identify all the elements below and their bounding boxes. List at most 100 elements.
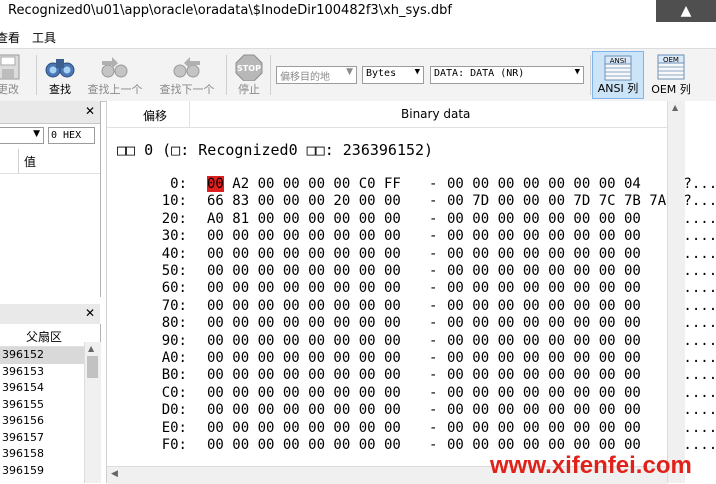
- hex-bytes-first-half[interactable]: 00 00 00 00 00 00 00 00: [207, 350, 401, 367]
- hex-bytes-first-half[interactable]: 00 00 00 00 00 00 00 00: [207, 315, 401, 332]
- sectors-panel: 父扇区 396152 396153 396154 396155 396156 3…: [0, 324, 101, 483]
- hex-bytes-second-half[interactable]: 00 00 00 00 00 00 00 00: [447, 280, 641, 297]
- goto-offset-combo[interactable]: 偏移目的地 ▼: [276, 66, 357, 84]
- hex-bytes-first-half[interactable]: 00 00 00 00 00 00 00 00: [207, 280, 401, 297]
- hex-bytes-first-half[interactable]: 00 00 00 00 00 00 00 00: [207, 228, 401, 245]
- find-prev-icon: [101, 57, 128, 78]
- data-stream-value: DATA: DATA (NR): [434, 68, 525, 79]
- pin-icon[interactable]: ▲: [656, 0, 716, 22]
- hex-bytes-first-half[interactable]: 00 00 00 00 00 00 00 00: [207, 367, 401, 384]
- list-item[interactable]: 396157: [0, 430, 84, 447]
- hex-bytes-first-half[interactable]: 00 00 00 00 00 00 00 00: [207, 437, 401, 454]
- list-item[interactable]: 396154: [0, 380, 84, 397]
- scroll-up-icon[interactable]: ▲: [88, 344, 94, 353]
- unit-select-value: Bytes: [366, 68, 397, 79]
- hex-bytes-second-half[interactable]: 00 00 00 00 00 00 00 00: [447, 420, 641, 437]
- hex-bytes-second-half[interactable]: 00 00 00 00 00 00 00 04: [447, 176, 641, 193]
- byte-group-separator: -: [429, 315, 438, 332]
- byte-group-separator: -: [429, 280, 438, 297]
- hex-bytes-second-half[interactable]: 00 00 00 00 00 00 00 00: [447, 228, 641, 245]
- scrollbar-thumb[interactable]: [87, 356, 98, 378]
- hex-bytes-second-half[interactable]: 00 00 00 00 00 00 00 00: [447, 350, 641, 367]
- vertical-scrollbar[interactable]: ▲: [667, 101, 685, 483]
- hex-bytes-first-half[interactable]: 66 83 00 00 00 20 00 00: [207, 193, 401, 210]
- hex-bytes-second-half[interactable]: 00 00 00 00 00 00 00 00: [447, 263, 641, 280]
- hex-bytes-second-half[interactable]: 00 7D 00 00 00 7D 7C 7B 7A: [447, 193, 666, 210]
- scroll-up-icon[interactable]: ▲: [672, 103, 678, 112]
- byte-group-separator: -: [429, 419, 438, 436]
- hex-bytes-second-half[interactable]: 00 00 00 00 00 00 00 00: [447, 315, 641, 332]
- find-previous-label: 查找上一个: [87, 83, 143, 96]
- change-button[interactable]: 更改: [0, 51, 30, 99]
- byte-group-separator: -: [429, 402, 438, 419]
- find-previous-button[interactable]: 查找上一个: [84, 51, 146, 99]
- row-offset: B0:: [161, 367, 187, 384]
- hex-bytes-first-half[interactable]: 00 00 00 00 00 00 00 00: [207, 333, 401, 350]
- list-item[interactable]: 396159: [0, 463, 84, 480]
- byte-group-separator: -: [429, 297, 438, 314]
- hex-bytes-second-half[interactable]: 00 00 00 00 00 00 00 00: [447, 333, 641, 350]
- hex-bytes-first-half[interactable]: 00 00 00 00 00 00 00 00: [207, 263, 401, 280]
- find-label: 查找: [49, 83, 71, 96]
- hex-bytes-second-half[interactable]: 00 00 00 00 00 00 00 00: [447, 246, 641, 263]
- sectors-column-header: 父扇区: [0, 324, 84, 347]
- parent-sector-header: 父扇区: [26, 330, 63, 344]
- scroll-left-icon[interactable]: ◀: [111, 469, 118, 479]
- hex-column-header: 偏移 Binary data: [107, 101, 667, 128]
- find-button[interactable]: 查找: [40, 51, 80, 99]
- offset-column-header: 偏移: [143, 109, 168, 123]
- list-item[interactable]: 396156: [0, 413, 84, 430]
- data-stream-select[interactable]: DATA: DATA (NR) ▼: [430, 66, 584, 84]
- row-offset: A0:: [161, 350, 187, 366]
- oem-icon-text: OEM: [663, 56, 679, 64]
- unit-select[interactable]: Bytes ▼: [362, 66, 424, 84]
- hex-bytes-second-half[interactable]: 00 00 00 00 00 00 00 00: [447, 367, 641, 384]
- stop-button[interactable]: STOP 停止: [230, 51, 268, 99]
- chevron-down-icon: ▼: [33, 129, 40, 139]
- menu-bar: 查看 工具: [0, 26, 716, 49]
- hex-bytes-first-half[interactable]: 00 00 00 00 00 00 00 00: [207, 246, 401, 263]
- close-icon[interactable]: ✕: [85, 104, 95, 118]
- binoculars-icon: [45, 59, 75, 78]
- row-offset: 0:: [170, 176, 187, 192]
- vertical-scrollbar[interactable]: ▲: [84, 342, 101, 483]
- format-select[interactable]: ▼: [0, 127, 44, 144]
- hex-bytes-first-half[interactable]: 00 00 00 00 00 00 00 00: [207, 402, 401, 419]
- hex-bytes-first-half[interactable]: 00 00 00 00 00 00 00 00: [207, 385, 401, 402]
- properties-panel: ✕ ▼ 0 HEX 值: [0, 101, 101, 297]
- toolbar-separator: [270, 55, 271, 95]
- byte-group-separator: -: [429, 350, 438, 366]
- row-offset: 60:: [161, 280, 187, 297]
- selected-byte[interactable]: 00: [207, 176, 224, 192]
- list-item[interactable]: 396152: [0, 347, 84, 364]
- toolbar-separator: [36, 55, 37, 95]
- list-item[interactable]: 396155: [0, 397, 84, 414]
- hex-bytes-first-half[interactable]: 00 00 00 00 00 00 00 00: [207, 420, 401, 437]
- byte-group-separator: -: [429, 437, 438, 453]
- close-icon[interactable]: ✕: [85, 306, 95, 320]
- list-item[interactable]: 396158: [0, 446, 84, 463]
- hex-bytes-second-half[interactable]: 00 00 00 00 00 00 00 00: [447, 385, 641, 402]
- hex-bytes-first-half[interactable]: A0 81 00 00 00 00 00 00: [207, 211, 401, 228]
- change-label: 更改: [0, 83, 19, 96]
- hex-bytes-second-half[interactable]: 00 00 00 00 00 00 00 00: [447, 402, 641, 419]
- menu-tools[interactable]: 工具: [32, 29, 56, 46]
- row-offset: 40:: [161, 245, 187, 262]
- ansi-column-button[interactable]: ANSI ANSI 列: [592, 51, 644, 99]
- find-next-icon: [173, 57, 200, 78]
- byte-group-separator: -: [429, 384, 438, 401]
- oem-column-button[interactable]: OEM OEM 列: [648, 51, 694, 99]
- find-next-button[interactable]: 查找下一个: [156, 51, 218, 99]
- hex-bytes-second-half[interactable]: 00 00 00 00 00 00 00 00: [447, 298, 641, 315]
- menu-view[interactable]: 查看: [0, 29, 20, 46]
- hex-value-input[interactable]: 0 HEX: [48, 127, 95, 144]
- hex-bytes-second-half[interactable]: 00 00 00 00 00 00 00 00: [447, 211, 641, 228]
- hex-bytes-first-half[interactable]: 00 00 00 00 00 00 00 00: [207, 298, 401, 315]
- hex-bytes-first-half[interactable]: 00 A2 00 00 00 00 C0 FF: [207, 176, 401, 193]
- row-offset: 30:: [161, 228, 187, 245]
- stop-label: 停止: [238, 83, 260, 96]
- chevron-down-icon: ▼: [574, 67, 580, 77]
- title-bar: Recognized0\u01\app\oracle\oradata\$Inod…: [0, 0, 716, 26]
- list-item[interactable]: 396153: [0, 364, 84, 381]
- column-divider: [189, 101, 190, 127]
